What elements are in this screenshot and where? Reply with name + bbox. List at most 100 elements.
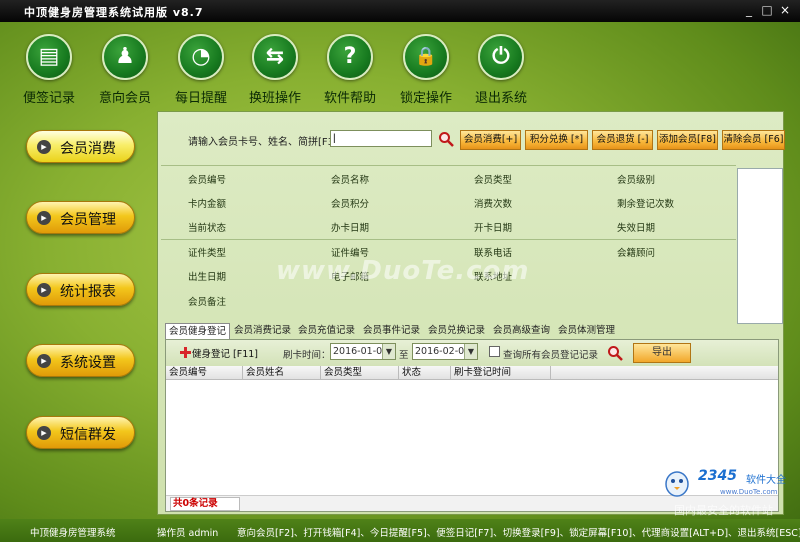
checkin-toolbar: 健身登记 [F11] 刷卡时间： 2016-01-02 ▼ 至 2016-02-…: [166, 340, 778, 366]
play-icon: ▶: [37, 426, 51, 440]
bird-icon: [665, 471, 689, 497]
add-member-button[interactable]: 添加会员[F8]: [657, 130, 718, 150]
tab-exchange[interactable]: 会员兑换记录: [428, 323, 485, 339]
title-bar: 中顶健身房管理系统试用版 v8.7 _ □ ×: [0, 0, 800, 22]
member-photo: [737, 168, 783, 324]
date-to-value: 2016-02-02: [415, 346, 471, 357]
toolbar-label: 每日提醒: [174, 91, 227, 106]
prospect-member-icon: ♟: [102, 34, 148, 80]
field-label: 开卡日期: [474, 223, 513, 234]
watermark: www.DuoTe.com: [276, 256, 530, 286]
search-input[interactable]: [330, 130, 432, 147]
column-header[interactable]: 会员类型: [321, 366, 399, 380]
search-label: 请输入会员卡号、姓名、简拼[F3]: [188, 137, 338, 148]
toolbar-label: 软件帮助: [323, 91, 376, 106]
column-header[interactable]: 会员编号: [166, 366, 243, 380]
field-label: 证件类型: [188, 248, 227, 259]
field-label: 会员备注: [188, 297, 227, 308]
toolbar-label: 锁定操作: [399, 91, 452, 106]
nav-label: 统计报表: [60, 284, 116, 300]
nav-member-consumption[interactable]: ▶ 会员消费: [26, 130, 135, 163]
field-label: 卡内金额: [188, 199, 227, 210]
checkin-button[interactable]: 健身登记 [F11]: [192, 346, 258, 360]
power-icon: ⏻: [478, 34, 524, 80]
date-from-select[interactable]: 2016-01-02 ▼: [330, 343, 396, 360]
tab-consumption[interactable]: 会员消费记录: [234, 323, 291, 339]
field-label: 出生日期: [188, 272, 227, 283]
play-icon: ▶: [37, 354, 51, 368]
nav-member-management[interactable]: ▶ 会员管理: [26, 201, 135, 234]
badge-brand-suffix: 软件大全: [746, 475, 786, 486]
search-icon[interactable]: [438, 131, 454, 147]
nav-label: 会员管理: [60, 212, 116, 228]
status-operator: 操作员 admin: [157, 528, 219, 539]
tab-checkin[interactable]: 会员健身登记: [165, 323, 231, 339]
notepad-icon: ▤: [26, 34, 72, 80]
field-label: 会员编号: [188, 175, 227, 186]
toolbar-label: 退出系统: [474, 91, 527, 106]
tab-fitness-test[interactable]: 会员体测管理: [558, 323, 615, 339]
window-title: 中顶健身房管理系统试用版 v8.7: [24, 6, 204, 19]
toolbar-prospects[interactable]: ♟ 意向会员: [91, 34, 159, 106]
chevron-down-icon[interactable]: ▼: [464, 344, 477, 359]
app-window: 中顶健身房管理系统试用版 v8.7 _ □ × ▤ 便签记录 ♟ 意向会员 ◔ …: [0, 0, 800, 542]
field-label: 剩余登记次数: [617, 199, 675, 210]
divider: [161, 239, 736, 240]
column-header[interactable]: 状态: [399, 366, 451, 380]
field-label: 会籍顾问: [617, 248, 656, 259]
time-label: 刷卡时间：: [283, 350, 331, 361]
consume-button[interactable]: 会员消费[+]: [460, 130, 521, 150]
play-icon: ▶: [37, 283, 51, 297]
export-button[interactable]: 导出: [633, 343, 691, 363]
tab-events[interactable]: 会员事件记录: [363, 323, 420, 339]
return-button[interactable]: 会员退货 [-]: [592, 130, 653, 150]
date-to-select[interactable]: 2016-02-02 ▼: [412, 343, 478, 360]
toolbar-lock[interactable]: 🔒 锁定操作: [392, 34, 460, 106]
play-icon: ▶: [37, 211, 51, 225]
field-label: 会员积分: [331, 199, 370, 210]
nav-label: 系统设置: [60, 355, 116, 371]
nav-label: 会员消费: [60, 141, 116, 157]
add-icon: [180, 347, 191, 358]
toolbar-shift-change[interactable]: ⇆ 换班操作: [241, 34, 309, 106]
field-label: 消费次数: [474, 199, 513, 210]
toolbar-exit[interactable]: ⏻ 退出系统: [467, 34, 535, 106]
field-label: 会员名称: [331, 175, 370, 186]
to-label: 至: [399, 350, 409, 361]
record-count: 共0条记录: [170, 497, 240, 511]
close-button[interactable]: ×: [776, 2, 794, 19]
toolbar-label: 换班操作: [248, 91, 301, 106]
member-panel: 请输入会员卡号、姓名、简拼[F3] 会员消费[+] 积分兑换 [*] 会员退货 …: [157, 111, 785, 515]
points-exchange-button[interactable]: 积分兑换 [*]: [525, 130, 588, 150]
nav-statistics[interactable]: ▶ 统计报表: [26, 273, 135, 306]
query-all-label: 查询所有会员登记记录: [503, 350, 599, 361]
badge-tagline: 国内最安全的软件站: [674, 504, 773, 517]
toolbar-help[interactable]: ? 软件帮助: [316, 34, 384, 106]
chevron-down-icon[interactable]: ▼: [382, 344, 395, 359]
toolbar-daily-reminder[interactable]: ◔ 每日提醒: [167, 34, 235, 106]
nav-sms[interactable]: ▶ 短信群发: [26, 416, 135, 449]
query-all-checkbox[interactable]: [489, 346, 500, 357]
status-bar: 中顶健身房管理系统 操作员 admin 意向会员[F2]、打开钱箱[F4]、今日…: [0, 519, 800, 542]
badge-brand: 2345: [698, 468, 737, 484]
column-header[interactable]: 刷卡登记时间: [451, 366, 551, 380]
tab-recharge[interactable]: 会员充值记录: [298, 323, 355, 339]
search-icon[interactable]: [607, 345, 623, 361]
field-label: 办卡日期: [331, 223, 370, 234]
maximize-button[interactable]: □: [758, 2, 776, 19]
column-header[interactable]: 会员姓名: [243, 366, 321, 380]
site-badge: 2345 软件大全 www.DuoTe.com 国内最安全的软件站: [660, 462, 798, 517]
clear-member-button[interactable]: 清除会员 [F6]: [722, 130, 785, 150]
badge-url: www.DuoTe.com: [720, 488, 778, 496]
tab-advanced-query[interactable]: 会员高级查询: [493, 323, 550, 339]
status-app-name: 中顶健身房管理系统: [30, 528, 116, 539]
minimize-button[interactable]: _: [740, 2, 758, 19]
status-shortcuts: 意向会员[F2]、打开钱箱[F4]、今日提醒[F5]、便签日记[F7]、切换登录…: [237, 528, 800, 539]
toolbar-label: 意向会员: [98, 91, 151, 106]
toolbar-notes[interactable]: ▤ 便签记录: [15, 34, 83, 106]
date-from-value: 2016-01-02: [333, 346, 389, 357]
nav-settings[interactable]: ▶ 系统设置: [26, 344, 135, 377]
nav-label: 短信群发: [60, 427, 116, 443]
field-label: 当前状态: [188, 223, 227, 234]
shift-change-icon: ⇆: [252, 34, 298, 80]
